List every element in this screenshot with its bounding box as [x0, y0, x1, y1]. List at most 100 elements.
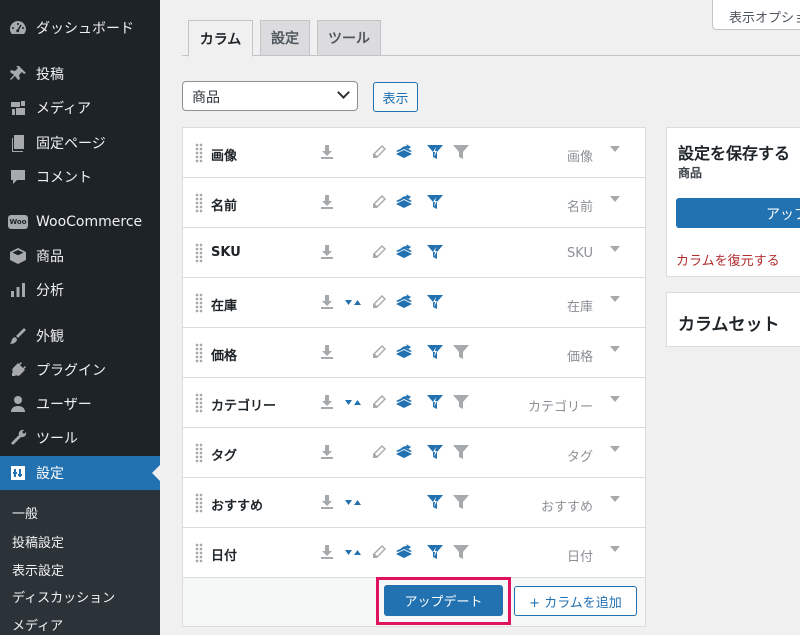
filter-icon[interactable] — [452, 393, 470, 411]
expand-toggle-icon[interactable] — [610, 146, 620, 152]
edit-icon[interactable] — [370, 143, 388, 161]
column-label[interactable]: SKU — [211, 245, 241, 260]
download-icon[interactable] — [318, 443, 336, 461]
menu-item-pages[interactable]: 固定ページ — [0, 126, 160, 160]
drag-handle-icon[interactable] — [195, 343, 203, 363]
smart-filter-icon[interactable] — [426, 343, 444, 361]
list-type-select[interactable]: 商品 — [182, 81, 358, 111]
filter-icon[interactable] — [452, 443, 470, 461]
export-icon[interactable] — [395, 543, 413, 561]
smart-filter-icon[interactable] — [426, 293, 444, 311]
smart-filter-icon[interactable] — [426, 393, 444, 411]
drag-handle-icon[interactable] — [195, 143, 203, 163]
column-label[interactable]: カテゴリー — [211, 395, 276, 414]
tab-settings[interactable]: 設定 — [260, 20, 310, 56]
smart-filter-icon[interactable] — [426, 243, 444, 261]
expand-toggle-icon[interactable] — [610, 296, 620, 302]
menu-item-comments[interactable]: コメント — [0, 160, 160, 194]
column-label[interactable]: 名前 — [211, 195, 237, 214]
export-icon[interactable] — [395, 343, 413, 361]
drag-handle-icon[interactable] — [195, 393, 203, 413]
sort-icon[interactable] — [344, 543, 362, 561]
menu-item-users[interactable]: ユーザー — [0, 387, 160, 421]
column-row[interactable]: 画像 画像 — [183, 128, 645, 178]
menu-item-analytics[interactable]: 分析 — [0, 273, 160, 307]
menu-item-tools[interactable]: ツール — [0, 421, 160, 455]
expand-toggle-icon[interactable] — [610, 196, 620, 202]
edit-icon[interactable] — [370, 343, 388, 361]
column-label[interactable]: タグ — [211, 445, 237, 464]
export-icon[interactable] — [395, 193, 413, 211]
export-icon[interactable] — [395, 143, 413, 161]
submenu-item-media[interactable]: メディア — [12, 615, 63, 634]
column-row[interactable]: 価格 価格 — [183, 328, 645, 378]
edit-icon[interactable] — [370, 543, 388, 561]
smart-filter-icon[interactable] — [426, 443, 444, 461]
submenu-item-reading[interactable]: 表示設定 — [12, 560, 64, 579]
edit-icon[interactable] — [370, 443, 388, 461]
edit-icon[interactable] — [370, 293, 388, 311]
column-row[interactable]: 日付 日付 — [183, 528, 645, 578]
column-label[interactable]: おすすめ — [211, 495, 263, 514]
menu-item-media[interactable]: メディア — [0, 91, 160, 125]
screen-options-button[interactable]: 表示オプション — [712, 0, 800, 30]
drag-handle-icon[interactable] — [195, 193, 203, 213]
drag-handle-icon[interactable] — [195, 293, 203, 313]
smart-filter-icon[interactable] — [426, 193, 444, 211]
add-column-button[interactable]: + カラムを追加 — [514, 586, 637, 616]
menu-item-plugins[interactable]: プラグイン — [0, 353, 160, 387]
menu-item-woocommerce[interactable]: Woo WooCommerce — [0, 205, 160, 239]
export-icon[interactable] — [395, 393, 413, 411]
update-button[interactable]: アップデート — [384, 585, 503, 616]
drag-handle-icon[interactable] — [195, 443, 203, 463]
expand-toggle-icon[interactable] — [610, 346, 620, 352]
download-icon[interactable] — [318, 143, 336, 161]
drag-handle-icon[interactable] — [195, 543, 203, 563]
download-icon[interactable] — [318, 543, 336, 561]
expand-toggle-icon[interactable] — [610, 546, 620, 552]
column-row[interactable]: おすすめ おすすめ — [183, 478, 645, 528]
save-update-button[interactable]: アップデート — [676, 198, 800, 228]
filter-icon[interactable] — [452, 343, 470, 361]
smart-filter-icon[interactable] — [426, 543, 444, 561]
column-row[interactable]: 名前 名前 — [183, 178, 645, 228]
menu-item-settings[interactable]: 設定 — [0, 456, 160, 490]
column-label[interactable]: 日付 — [211, 545, 237, 564]
show-button[interactable]: 表示 — [373, 82, 418, 112]
menu-item-dashboard[interactable]: ダッシュボード — [0, 11, 160, 45]
sort-icon[interactable] — [344, 493, 362, 511]
drag-handle-icon[interactable] — [195, 243, 203, 263]
column-row[interactable]: 在庫 在庫 — [183, 278, 645, 328]
expand-toggle-icon[interactable] — [610, 496, 620, 502]
column-row[interactable]: カテゴリー カテゴリー — [183, 378, 645, 428]
export-icon[interactable] — [395, 243, 413, 261]
download-icon[interactable] — [318, 243, 336, 261]
column-row[interactable]: SKU SKU — [183, 228, 645, 278]
submenu-item-writing[interactable]: 投稿設定 — [12, 532, 64, 551]
expand-toggle-icon[interactable] — [610, 396, 620, 402]
download-icon[interactable] — [318, 343, 336, 361]
filter-icon[interactable] — [452, 493, 470, 511]
expand-toggle-icon[interactable] — [610, 446, 620, 452]
edit-icon[interactable] — [370, 193, 388, 211]
export-icon[interactable] — [395, 293, 413, 311]
filter-icon[interactable] — [452, 143, 470, 161]
tab-columns[interactable]: カラム — [188, 20, 253, 57]
download-icon[interactable] — [318, 193, 336, 211]
sort-icon[interactable] — [344, 293, 362, 311]
submenu-item-general[interactable]: 一般 — [12, 503, 38, 522]
smart-filter-icon[interactable] — [426, 143, 444, 161]
submenu-item-discussion[interactable]: ディスカッション — [12, 587, 115, 606]
download-icon[interactable] — [318, 293, 336, 311]
smart-filter-icon[interactable] — [426, 493, 444, 511]
column-label[interactable]: 在庫 — [211, 295, 237, 314]
column-label[interactable]: 画像 — [211, 145, 237, 164]
download-icon[interactable] — [318, 493, 336, 511]
menu-item-appearance[interactable]: 外観 — [0, 319, 160, 353]
filter-icon[interactable] — [452, 543, 470, 561]
menu-item-products[interactable]: 商品 — [0, 239, 160, 273]
column-row[interactable]: タグ タグ — [183, 428, 645, 478]
download-icon[interactable] — [318, 393, 336, 411]
tab-tools[interactable]: ツール — [317, 20, 381, 56]
export-icon[interactable] — [395, 443, 413, 461]
